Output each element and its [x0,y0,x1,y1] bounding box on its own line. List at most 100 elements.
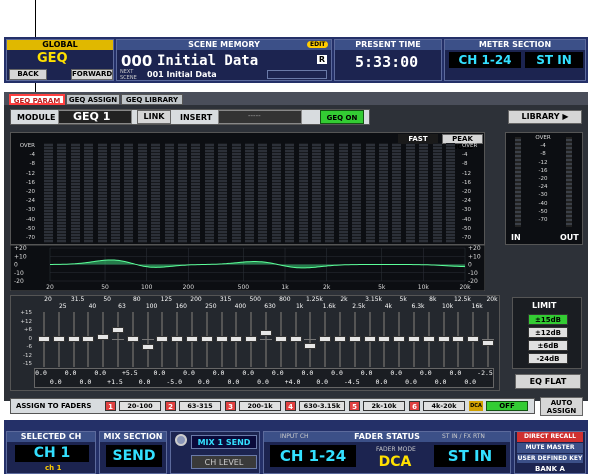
library-label: LIBRARY [521,112,560,121]
link-button[interactable]: LINK [137,110,171,124]
fader[interactable] [422,312,435,367]
fader[interactable] [393,312,406,367]
fader-scale-label: -15 [23,361,32,367]
gain-value: +1.5 [107,378,123,386]
fader[interactable] [52,312,65,367]
tab-geq-param[interactable]: GEQ PARAM [9,94,65,105]
selected-ch-value[interactable]: CH 1 [15,445,89,462]
meter-scale-label: -4 [29,152,35,159]
master-meter-scale: OVER -4 -8 -12 -16 -20 -24 -30 -40 -50 -70 [525,135,561,225]
fader[interactable] [274,312,287,367]
fader[interactable] [186,312,198,367]
freq-label: 80 [132,296,141,303]
assign-range-button[interactable]: 630-3.15k [299,401,345,411]
fader[interactable] [141,312,154,367]
fader[interactable] [334,312,346,367]
fader[interactable] [156,312,169,367]
tab-geq-assign[interactable]: GEQ ASSIGN [66,94,120,105]
tab-geq-library[interactable]: GEQ LIBRARY [121,94,183,105]
graph-y-label: +20 [14,245,27,252]
assign-range-button[interactable]: 63-315 [179,401,221,411]
freq-label: 800 [279,296,291,303]
limit-option-button[interactable]: ±12dB [528,327,568,338]
fader[interactable] [378,312,391,367]
meter-left-selector[interactable]: CH 1-24 [449,52,521,68]
fader[interactable] [38,312,50,367]
meter-scale-label: OVER [19,143,35,149]
meter-right-selector[interactable]: ST IN [525,52,583,68]
limit-option-button[interactable]: ±6dB [528,340,568,351]
values-bottom: 0.0 0.0 +1.5 0.0 -5.0 0.0 0.0 0.0 +4.0 0.0 -4.5 0.0… [34,378,494,387]
fader[interactable] [304,312,317,367]
limit-option-button[interactable]: -24dB [528,353,568,364]
fader[interactable] [452,312,465,367]
freq-label: 100 [145,303,158,310]
fader-knob [260,329,272,336]
fader[interactable] [97,312,110,367]
scene-title[interactable]: Initial Data [157,53,258,69]
fader[interactable] [319,312,332,367]
input-ch-value[interactable]: CH 1-24 [270,445,356,467]
gain-value: 0.0 [390,369,403,377]
fader[interactable] [467,312,480,367]
auto-assign-button[interactable]: AUTO ASSIGN [540,397,583,416]
assign-range-button[interactable]: 2k-10k [363,401,405,411]
freq-label: 3.15k [365,296,383,303]
graph-y-label-right: 0 [468,262,472,269]
assign-off-button[interactable]: OFF [486,401,528,411]
fader[interactable] [67,312,80,367]
fader[interactable] [289,312,302,367]
assign-range-button[interactable]: 4k-20k [423,401,465,411]
fader[interactable] [171,312,184,367]
forward-button[interactable]: FORWARD [71,69,113,80]
fader[interactable] [245,312,258,367]
mix-send-value[interactable]: SEND [106,445,162,467]
fader[interactable] [260,312,272,367]
gain-value: 0.0 [49,378,62,386]
fader-knob [112,327,124,334]
arrow-right-icon: ▶ [562,112,569,121]
assign-range-button[interactable]: 200-1k [239,401,281,411]
fader[interactable] [200,312,213,367]
freq-label: 63 [118,303,126,310]
fader[interactable] [482,312,494,367]
graph-x-label: 200 [183,284,195,291]
fader-knob [393,336,406,342]
master-scale-label: -30 [538,192,548,199]
insert-value: ----- [248,112,261,120]
gain-value: 0.0 [375,378,388,386]
fader[interactable] [408,312,420,367]
direct-recall-button[interactable]: DIRECT RECALL [517,432,583,442]
assign-range-button[interactable]: 20-100 [119,401,161,411]
fader[interactable] [126,312,139,367]
limit-option-button[interactable]: ±15dB [528,314,568,325]
fader[interactable] [230,312,243,367]
fader[interactable] [363,312,376,367]
fader-mode-value[interactable]: DCA [372,454,418,470]
values-top: 0.0 0.0 0.0 +5.5 0.0 0.0 0.0 0.0 0.0 0.0 0.0 0.0 0.0… [34,369,494,378]
fader[interactable] [437,312,450,367]
meter-scale-label: -12 [26,170,35,177]
assign-group-number: 6 [409,401,420,411]
edit-badge: EDIT [307,41,329,48]
fader[interactable] [215,312,228,367]
fader[interactable] [82,312,95,367]
meter-channel-bar [405,143,415,243]
bank-value[interactable]: BANK A [517,464,583,474]
geq-on-button[interactable]: GEQ ON [320,110,364,124]
meter-scale-label: -70 [26,235,35,241]
mix1-send-button[interactable]: MIX 1 SEND [191,435,257,449]
assign-group-number: 2 [165,401,176,411]
library-button[interactable]: LIBRARY ▶ [508,110,582,124]
graph-x-label: 100 [141,284,153,291]
mute-master-button[interactable]: MUTE MASTER [517,443,583,453]
fader[interactable] [112,312,124,367]
fader[interactable] [348,312,361,367]
st-in-value[interactable]: ST IN [434,445,506,467]
user-defined-key-label: USER DEFINED KEY [517,454,583,463]
back-button[interactable]: BACK [9,69,47,80]
meter-channel-bar [218,143,228,243]
selected-ch-label: SELECTED CH [7,432,95,442]
ch-level-button[interactable]: CH LEVEL [191,455,257,469]
eq-flat-button[interactable]: EQ FLAT [515,374,581,389]
